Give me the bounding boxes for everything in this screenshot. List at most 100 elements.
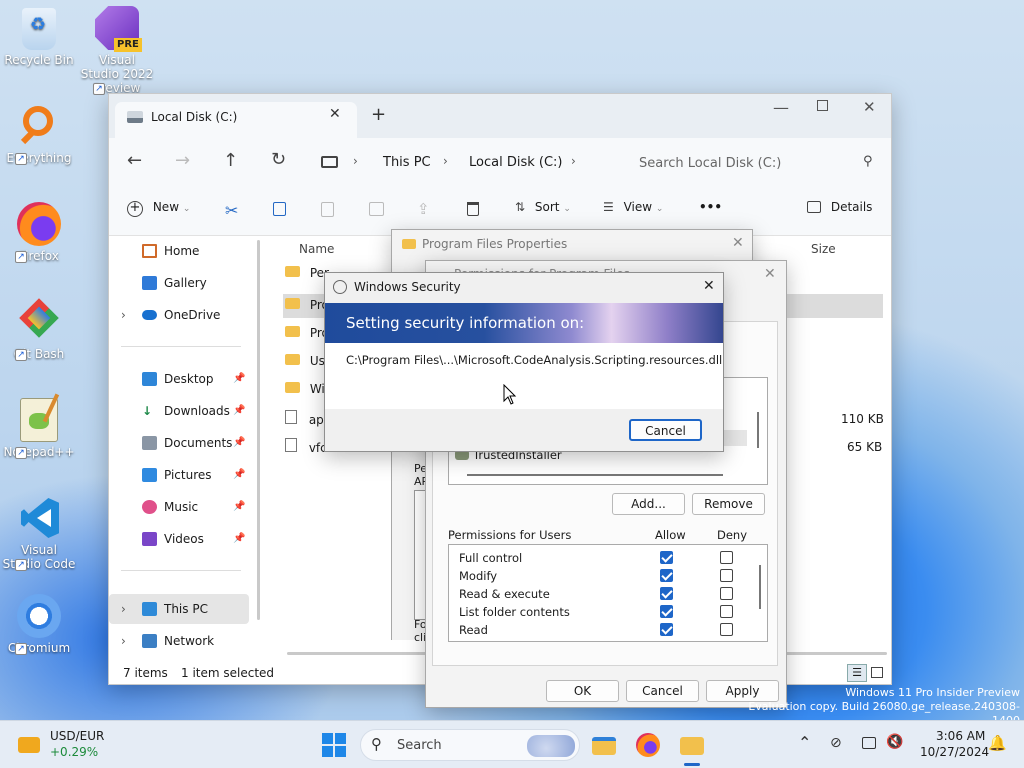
- file-explorer-taskbar-icon[interactable]: [592, 737, 616, 755]
- desktop-icon-git-bash[interactable]: ↗ Git Bash: [2, 298, 76, 361]
- permission-label: Read & execute: [459, 587, 550, 601]
- allow-checkbox[interactable]: [660, 605, 673, 618]
- file-explorer-active-taskbar-icon[interactable]: [680, 737, 704, 755]
- rename-icon[interactable]: [369, 202, 384, 216]
- start-button[interactable]: [322, 733, 346, 757]
- nav-scrollbar[interactable]: [257, 240, 260, 620]
- file-icon: [285, 438, 297, 452]
- search-highlight-image: [527, 735, 575, 757]
- paste-icon[interactable]: [321, 202, 334, 217]
- list-vscrollbar[interactable]: [757, 412, 759, 448]
- table-row[interactable]: Pro: [285, 326, 329, 340]
- details-view-button[interactable]: ☰: [847, 664, 867, 682]
- deny-checkbox[interactable]: [720, 569, 733, 582]
- pin-icon: 📌: [233, 533, 246, 544]
- column-header-name[interactable]: Name: [299, 242, 334, 256]
- desktop-icon-everything[interactable]: ↗ Everything: [2, 104, 76, 165]
- sidebar-item-network[interactable]: › Network: [109, 626, 249, 656]
- minimize-button[interactable]: —: [773, 98, 789, 117]
- permissions-header: Permissions for Users: [448, 528, 572, 542]
- network-off-icon[interactable]: ⊘: [830, 735, 842, 751]
- close-icon[interactable]: ✕: [703, 278, 715, 294]
- delete-icon[interactable]: [467, 202, 479, 216]
- sidebar-item-home[interactable]: Home: [109, 236, 249, 266]
- close-icon[interactable]: ✕: [732, 235, 744, 251]
- sidebar-item-desktop[interactable]: Desktop 📌: [109, 364, 249, 394]
- allow-checkbox[interactable]: [660, 551, 673, 564]
- security-cancel-button[interactable]: Cancel: [629, 419, 702, 441]
- add-button[interactable]: Add...: [612, 493, 685, 515]
- desktop-icon-notepadplusplus[interactable]: ↗ Notepad++: [2, 393, 76, 459]
- cut-icon[interactable]: ✂: [225, 201, 238, 220]
- share-icon[interactable]: ⇪: [417, 200, 430, 218]
- remove-button[interactable]: Remove: [692, 493, 765, 515]
- shortcut-arrow-icon: ↗: [93, 83, 105, 95]
- sidebar-item-music[interactable]: Music 📌: [109, 492, 249, 522]
- desktop-icon-label: Notepad++: [3, 445, 75, 459]
- sidebar-item-onedrive[interactable]: › OneDrive: [109, 300, 249, 330]
- sidebar-item-this-pc[interactable]: › This PC: [109, 594, 249, 624]
- new-tab-button[interactable]: +: [371, 104, 386, 125]
- folder-icon: [285, 266, 300, 277]
- clock-time[interactable]: 3:06 AM: [936, 729, 985, 743]
- refresh-icon[interactable]: ↻: [271, 149, 286, 170]
- allow-checkbox[interactable]: [660, 623, 673, 636]
- close-tab-icon[interactable]: ✕: [329, 106, 341, 122]
- tiles-view-button[interactable]: [871, 667, 883, 678]
- view-button[interactable]: ☰ View ⌄: [603, 200, 663, 214]
- allow-checkbox[interactable]: [660, 587, 673, 600]
- sidebar-item-videos[interactable]: Videos 📌: [109, 524, 249, 554]
- table-row[interactable]: Pro: [285, 298, 329, 312]
- allow-checkbox[interactable]: [660, 569, 673, 582]
- back-icon[interactable]: ←: [127, 150, 142, 171]
- details-button[interactable]: Details: [807, 200, 872, 214]
- permissions-list: Full control Modify Read & execute List …: [448, 544, 768, 642]
- sort-button[interactable]: ⇅ Sort ⌄: [515, 200, 571, 214]
- close-icon[interactable]: ✕: [764, 266, 776, 282]
- column-header-size[interactable]: Size: [811, 242, 836, 256]
- sidebar-item-downloads[interactable]: ↓ Downloads 📌: [109, 396, 249, 426]
- deny-checkbox[interactable]: [720, 623, 733, 636]
- breadcrumb-this-pc[interactable]: This PC: [383, 155, 431, 170]
- up-icon[interactable]: ↑: [223, 150, 238, 171]
- search-input[interactable]: Search Local Disk (C:): [639, 156, 781, 171]
- breadcrumb-local-disk[interactable]: Local Disk (C:): [469, 155, 562, 170]
- widgets-button[interactable]: USD/EUR +0.29%: [14, 727, 134, 763]
- taskbar-search[interactable]: ⚲ Search: [360, 729, 580, 761]
- table-row[interactable]: Per: [285, 266, 329, 280]
- sidebar-item-documents[interactable]: Documents 📌: [109, 428, 249, 458]
- desktop-icon-chromium[interactable]: ↗ Chromium: [2, 594, 76, 655]
- ok-button[interactable]: OK: [546, 680, 619, 702]
- security-heading: Setting security information on:: [346, 314, 585, 332]
- search-icon[interactable]: ⚲: [863, 154, 873, 169]
- clock-date[interactable]: 10/27/2024: [920, 745, 989, 759]
- permissions-scrollbar[interactable]: [759, 565, 761, 609]
- search-box[interactable]: Search Local Disk (C:) ⚲: [627, 146, 887, 180]
- forward-icon[interactable]: →: [175, 150, 190, 171]
- firefox-taskbar-icon[interactable]: [636, 733, 660, 757]
- sidebar-item-pictures[interactable]: Pictures 📌: [109, 460, 249, 490]
- display-icon[interactable]: [862, 737, 876, 749]
- new-button[interactable]: + New ⌄: [127, 200, 190, 224]
- sidebar-item-gallery[interactable]: Gallery: [109, 268, 249, 298]
- maximize-button[interactable]: [817, 100, 828, 111]
- copy-icon[interactable]: [273, 202, 286, 216]
- deny-checkbox[interactable]: [720, 605, 733, 618]
- deny-checkbox[interactable]: [720, 551, 733, 564]
- chevron-up-icon[interactable]: ⌃: [798, 733, 811, 752]
- cancel-button[interactable]: Cancel: [626, 680, 699, 702]
- volume-muted-icon[interactable]: 🔇: [886, 734, 903, 750]
- more-options-button[interactable]: •••: [699, 200, 722, 214]
- close-window-button[interactable]: ✕: [863, 98, 876, 116]
- videos-icon: [142, 532, 157, 546]
- table-row[interactable]: vfc: [285, 438, 327, 455]
- deny-checkbox[interactable]: [720, 587, 733, 600]
- tab-local-disk[interactable]: Local Disk (C:) ✕: [115, 102, 357, 138]
- desktop-icon-vscode[interactable]: ↗ Visual Studio Code: [2, 496, 76, 571]
- desktop-icon-firefox[interactable]: ↗ Firefox: [2, 202, 76, 263]
- desktop-icon-recycle-bin[interactable]: ♻ Recycle Bin: [2, 8, 76, 67]
- breadcrumb[interactable]: › This PC › Local Disk (C:) ›: [313, 146, 613, 180]
- list-hscrollbar[interactable]: [467, 474, 723, 476]
- notification-bell-icon[interactable]: 🔔: [988, 734, 1007, 752]
- desktop-icon-visual-studio-preview[interactable]: PRE ↗ Visual Studio 2022 Preview: [80, 6, 154, 95]
